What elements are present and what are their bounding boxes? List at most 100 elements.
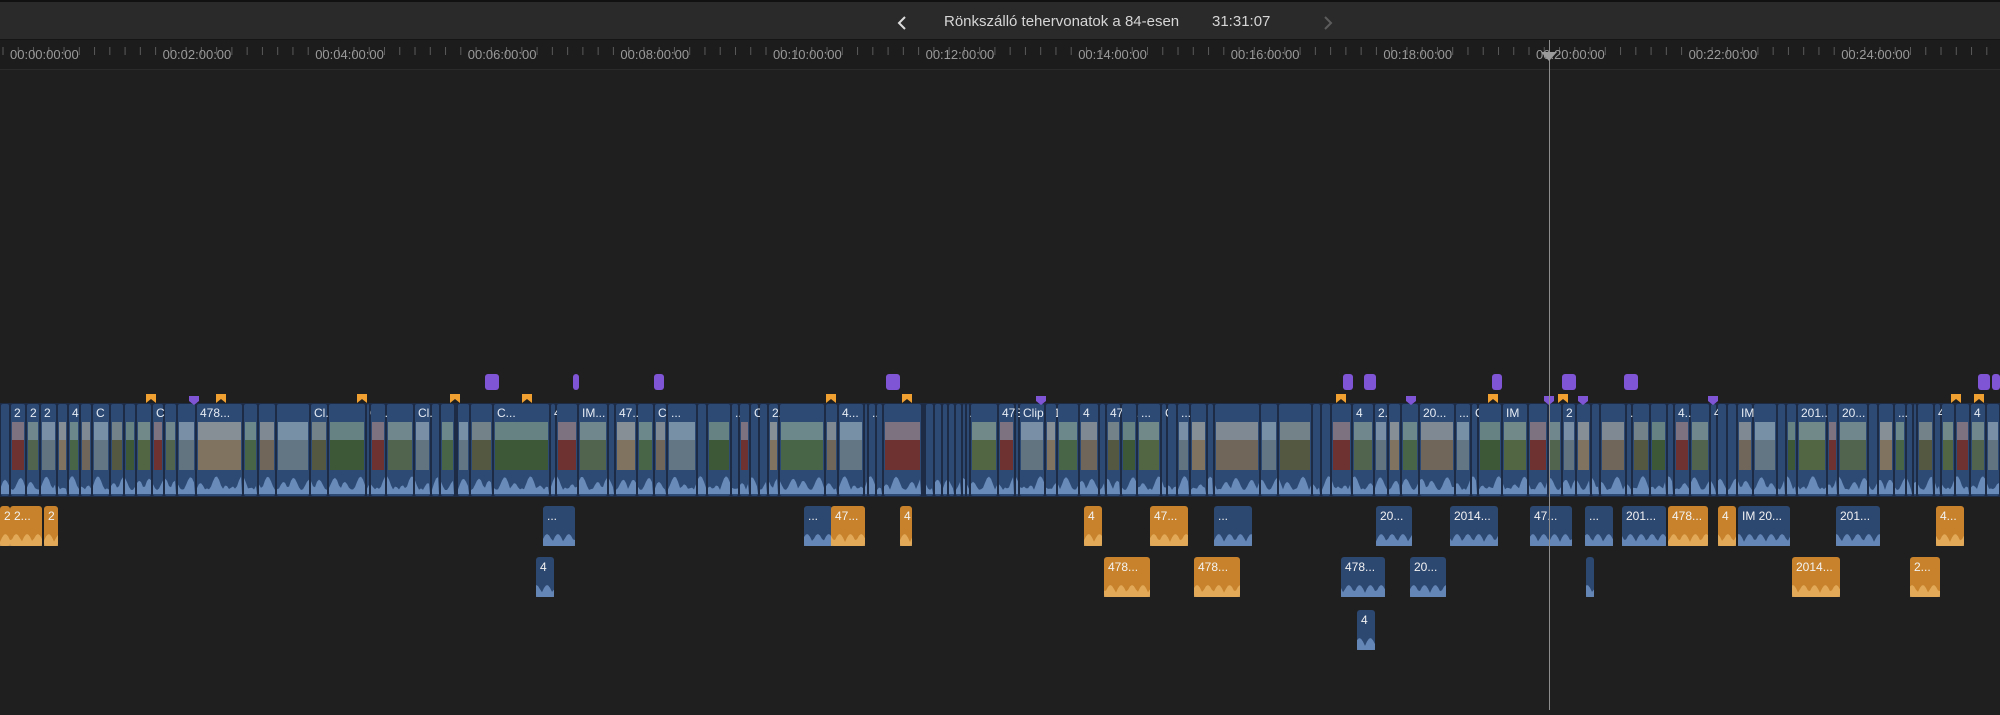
video-clip[interactable] bbox=[277, 404, 309, 496]
timeline-tracks[interactable]: 2224CC478...Cl...Cl...Cl...C...4IM...47.… bbox=[0, 70, 2000, 710]
video-clip[interactable] bbox=[1914, 404, 1916, 496]
video-clip[interactable] bbox=[1987, 404, 1999, 496]
audio-clip[interactable]: 478... bbox=[1668, 506, 1708, 546]
video-clip[interactable] bbox=[926, 404, 933, 496]
audio-clip[interactable]: 2 bbox=[44, 506, 58, 546]
video-clip[interactable] bbox=[137, 404, 151, 496]
connected-video-clip[interactable]: ... bbox=[543, 506, 575, 546]
video-clip[interactable] bbox=[1215, 404, 1259, 496]
video-clip[interactable] bbox=[1907, 404, 1912, 496]
video-clip[interactable]: 2 bbox=[27, 404, 39, 496]
connected-video-clip[interactable]: 4 bbox=[536, 557, 554, 597]
video-clip[interactable] bbox=[1389, 404, 1400, 496]
video-clip[interactable] bbox=[1016, 404, 1018, 496]
video-clip[interactable] bbox=[1787, 404, 1796, 496]
video-clip[interactable] bbox=[1956, 404, 1969, 496]
video-clip[interactable] bbox=[557, 404, 577, 496]
video-clip[interactable] bbox=[884, 404, 921, 496]
audio-clip[interactable]: 2... bbox=[10, 506, 42, 546]
video-clip[interactable]: C bbox=[93, 404, 109, 496]
caption-tag-icon[interactable] bbox=[1562, 374, 1576, 390]
video-clip[interactable] bbox=[329, 404, 365, 496]
caption-tag-icon[interactable] bbox=[573, 374, 579, 390]
caption-tag-icon[interactable] bbox=[1492, 374, 1502, 390]
video-clip[interactable] bbox=[949, 404, 954, 496]
audio-clip[interactable]: 4 bbox=[1084, 506, 1102, 546]
video-clip[interactable] bbox=[943, 404, 947, 496]
marker-icon[interactable] bbox=[357, 394, 367, 403]
video-clip[interactable]: 478... bbox=[197, 404, 242, 496]
video-clip[interactable] bbox=[1918, 404, 1933, 496]
marker-icon[interactable] bbox=[902, 394, 912, 403]
marker-icon[interactable] bbox=[826, 394, 836, 403]
connected-video-clip[interactable]: 2014... bbox=[1450, 506, 1498, 546]
video-clip[interactable] bbox=[760, 404, 767, 496]
caption-tag-icon[interactable] bbox=[1364, 374, 1376, 390]
video-clip[interactable]: IM bbox=[1738, 404, 1754, 496]
video-clip[interactable] bbox=[371, 404, 385, 496]
video-clip[interactable] bbox=[125, 404, 135, 496]
video-clip[interactable] bbox=[81, 404, 91, 496]
connected-video-clip[interactable]: ... bbox=[804, 506, 832, 546]
caption-tag-icon[interactable] bbox=[1624, 374, 1638, 390]
video-clip[interactable] bbox=[1754, 404, 1776, 496]
video-clip[interactable] bbox=[58, 404, 67, 496]
video-clip[interactable] bbox=[1168, 404, 1176, 496]
video-clip[interactable]: C... bbox=[494, 404, 549, 496]
video-clip[interactable] bbox=[458, 404, 469, 496]
video-clip[interactable]: 2 bbox=[41, 404, 56, 496]
marker-icon[interactable] bbox=[1336, 394, 1346, 403]
video-clip[interactable] bbox=[1529, 404, 1547, 496]
caption-tag-icon[interactable] bbox=[1992, 374, 2000, 390]
video-clip[interactable] bbox=[1046, 404, 1056, 496]
caption-tag-icon[interactable] bbox=[886, 374, 900, 390]
video-clip[interactable] bbox=[1879, 404, 1893, 496]
video-clip[interactable] bbox=[1651, 404, 1666, 496]
video-clip[interactable] bbox=[1691, 404, 1709, 496]
connected-video-clip[interactable]: 47... bbox=[1530, 506, 1572, 546]
video-clip[interactable] bbox=[1332, 404, 1351, 496]
video-clip[interactable] bbox=[780, 404, 824, 496]
audio-clip[interactable]: 478... bbox=[1104, 557, 1150, 597]
video-clip[interactable]: 2 bbox=[11, 404, 25, 496]
chevron-left-icon[interactable] bbox=[892, 12, 914, 34]
video-clip[interactable] bbox=[1058, 404, 1078, 496]
video-clip[interactable] bbox=[1322, 404, 1330, 496]
video-clip[interactable] bbox=[935, 404, 941, 496]
marker-icon[interactable] bbox=[146, 394, 156, 403]
video-clip[interactable] bbox=[956, 404, 961, 496]
video-clip[interactable] bbox=[1191, 404, 1206, 496]
video-clip[interactable] bbox=[111, 404, 123, 496]
video-clip[interactable] bbox=[740, 404, 749, 496]
audio-clip[interactable]: 478... bbox=[1194, 557, 1240, 597]
time-ruler[interactable]: 00:00:00:00 00:02:00:00 00:04:00:00 00:06:0… bbox=[0, 40, 2000, 70]
video-clip[interactable] bbox=[1313, 404, 1320, 496]
video-clip[interactable] bbox=[244, 404, 257, 496]
marker-icon[interactable] bbox=[1558, 394, 1568, 403]
chevron-right-icon[interactable] bbox=[1316, 12, 1338, 34]
video-clip[interactable] bbox=[1402, 404, 1418, 496]
audio-clip[interactable]: 47... bbox=[1150, 506, 1188, 546]
video-clip[interactable] bbox=[1592, 404, 1599, 496]
video-clip[interactable] bbox=[1479, 404, 1501, 496]
video-clip[interactable] bbox=[1633, 404, 1649, 496]
video-clip[interactable]: ... bbox=[1138, 404, 1160, 496]
audio-clip[interactable]: 4 bbox=[900, 506, 912, 546]
video-clip[interactable] bbox=[609, 404, 614, 496]
connected-video-clip[interactable]: 4 bbox=[1357, 610, 1375, 650]
video-clip[interactable] bbox=[165, 404, 176, 496]
audio-clip[interactable]: 4 bbox=[1718, 506, 1736, 546]
video-clip[interactable] bbox=[1942, 404, 1954, 496]
audio-clip[interactable]: 2... bbox=[1910, 557, 1940, 597]
video-clip[interactable]: 4 bbox=[69, 404, 79, 496]
video-clip[interactable] bbox=[1828, 404, 1837, 496]
video-clip[interactable] bbox=[1869, 404, 1877, 496]
video-clip[interactable] bbox=[432, 404, 439, 496]
connected-video-clip[interactable]: 20... bbox=[1376, 506, 1412, 546]
marker-icon[interactable] bbox=[450, 394, 460, 403]
video-clip[interactable] bbox=[1668, 404, 1673, 496]
video-clip[interactable] bbox=[865, 404, 867, 496]
connected-video-clip[interactable]: ... bbox=[1585, 506, 1613, 546]
video-clip[interactable] bbox=[967, 404, 969, 496]
video-clip[interactable] bbox=[971, 404, 997, 496]
